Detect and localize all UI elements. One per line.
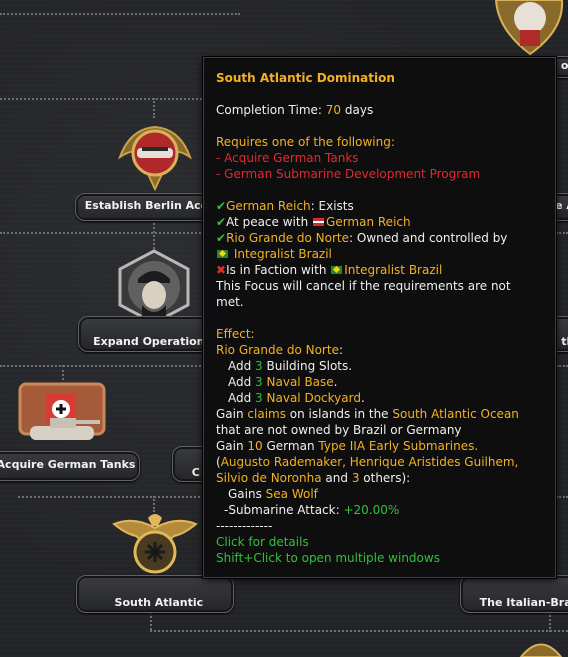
- focus-italian-brazilian-partition[interactable]: The Italian-Braz Partition of Af: [460, 575, 568, 613]
- connector-line: [0, 232, 205, 234]
- cross-icon: ✖: [216, 263, 227, 277]
- effect-claims: Gain claims on islands in the South Atla…: [216, 407, 519, 421]
- effect-submarines: Gain 10 German Type IIA Early Submarines…: [216, 439, 479, 453]
- checkmark-icon: ✔: [216, 199, 227, 213]
- hint-shift-click: Shift+Click to open multiple windows: [216, 551, 440, 565]
- brazil-flag-icon: [217, 250, 228, 258]
- cancel-warning: This Focus will cancel if the requiremen…: [216, 279, 511, 293]
- completion-time: Completion Time: 70 days: [216, 103, 374, 117]
- condition-faction: ✖Is in Faction with Integralist Brazil: [216, 263, 443, 277]
- effect-admirals: (Augusto Rademaker, Henrique Aristides G…: [216, 455, 519, 469]
- focus-south-atlantic-domination[interactable]: South Atlantic Domination: [76, 575, 234, 613]
- brazil-flag-icon: [331, 266, 343, 274]
- effect-building-slots: Add 3 Building Slots.: [228, 359, 353, 373]
- focus-tooltip: South Atlantic Domination Completion Tim…: [203, 57, 556, 578]
- connector-line: [150, 630, 568, 632]
- eagle-emblem-focus-icon[interactable]: [110, 508, 200, 580]
- effect-naval-base: Add 3 Naval Base.: [228, 375, 338, 389]
- focus-establish-berlin[interactable]: Establish Berlin Acc: [75, 193, 217, 221]
- condition-owned: ✔Rio Grande do Norte: Owned and controll…: [216, 231, 508, 245]
- connector-line: [0, 365, 205, 367]
- focus-expand-operation-bolivar[interactable]: Expand Operation Bolívar: [78, 316, 212, 352]
- connector-line: [153, 98, 155, 118]
- condition-owned-country: Integralist Brazil: [216, 246, 545, 262]
- focus-acquire-german-tanks[interactable]: Acquire German Tanks: [0, 451, 140, 481]
- connector-line: [556, 496, 568, 498]
- connector-line: [556, 365, 568, 367]
- operation-bolivar-focus-icon[interactable]: [116, 249, 192, 325]
- effect-header: Effect:: [216, 327, 255, 341]
- hint-click-details: Click for details: [216, 535, 309, 549]
- checkmark-icon: ✔: [216, 231, 227, 245]
- effect-admirals-cont: Silvio de Noronha and 3 others):: [216, 471, 411, 485]
- connector-line: [556, 232, 568, 234]
- connector-line: [0, 13, 240, 15]
- berlin-handshake-focus-icon[interactable]: [112, 123, 198, 191]
- effect-claims-cont: that are not owned by Brazil or Germany: [216, 423, 462, 437]
- connector-line: [549, 612, 551, 632]
- effect-state: Rio Grande do Norte:: [216, 343, 343, 357]
- bottom-right-focus-icon[interactable]: [515, 632, 568, 657]
- top-right-focus-icon[interactable]: [490, 0, 568, 56]
- effect-naval-dockyard: Add 3 Naval Dockyard.: [228, 391, 365, 405]
- requirement-item: - German Submarine Development Program: [216, 167, 481, 181]
- effect-trait: Gains Sea Wolf: [228, 487, 318, 501]
- connector-line: [0, 98, 210, 100]
- connector-line: [18, 496, 204, 498]
- condition-exists: ✔German Reich: Exists: [216, 199, 354, 213]
- tooltip-title: South Atlantic Domination: [216, 71, 395, 85]
- requires-header: Requires one of the following:: [216, 135, 395, 149]
- tooltip-divider: -------------: [216, 519, 273, 533]
- checkmark-icon: ✔: [216, 215, 227, 229]
- german-reich-flag-icon: [313, 218, 325, 226]
- condition-at-peace: ✔At peace with German Reich: [216, 215, 411, 229]
- cancel-warning-cont: met.: [216, 295, 244, 309]
- effect-sub-attack: -Submarine Attack: +20.00%: [224, 503, 400, 517]
- requirement-item: - Acquire German Tanks: [216, 151, 359, 165]
- connector-line: [150, 612, 152, 630]
- german-tanks-focus-icon[interactable]: [16, 378, 108, 450]
